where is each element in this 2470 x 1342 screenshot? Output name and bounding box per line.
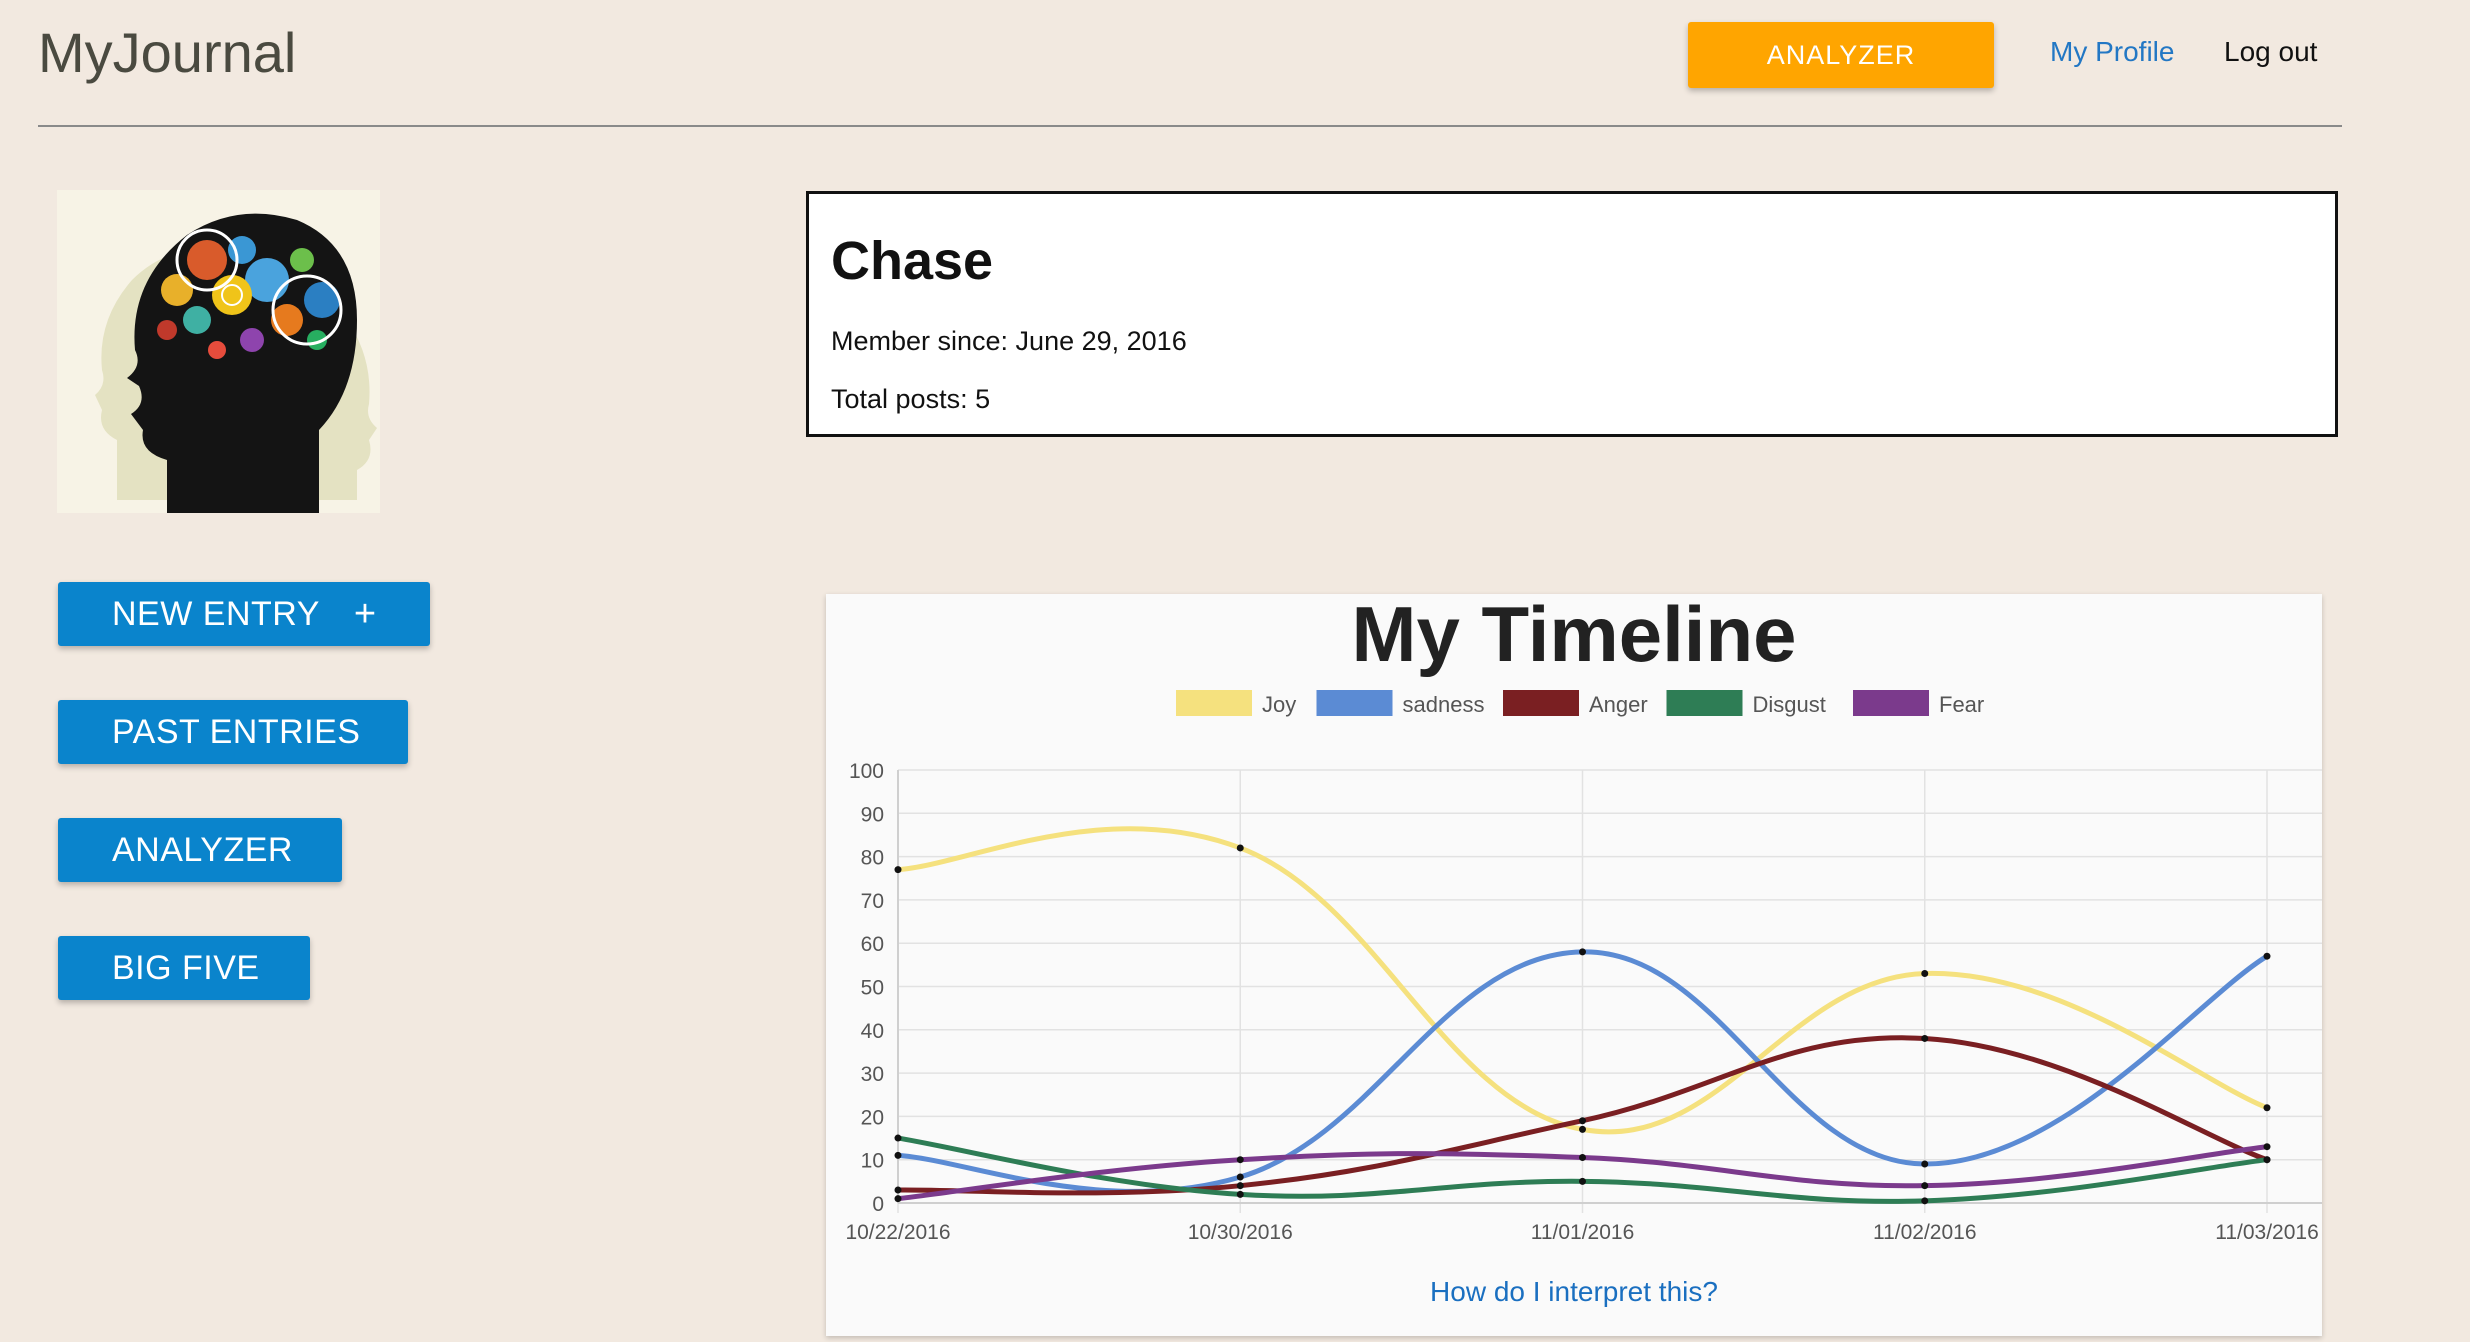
data-point-joy [1579,1125,1586,1133]
my-profile-link[interactable]: My Profile [2050,36,2174,68]
legend-label-disgust: Disgust [1753,692,1826,717]
y-tick-label: 100 [849,760,884,783]
timeline-title: My Timeline [1351,590,1797,678]
legend-label-sadness: sadness [1403,692,1485,717]
new-entry-button[interactable]: NEW ENTRY + [58,582,430,646]
data-point-anger [1921,1034,1929,1042]
data-point-disgust [1236,1190,1244,1198]
y-tick-label: 20 [861,1106,884,1129]
x-tick-label: 10/22/2016 [845,1221,950,1244]
big-five-label: BIG FIVE [112,948,260,987]
data-point-disgust [2263,1156,2271,1164]
interpret-link[interactable]: How do I interpret this? [826,1276,2322,1308]
sidebar-analyzer-button[interactable]: ANALYZER [58,818,342,882]
header-analyzer-button[interactable]: ANALYZER [1688,22,1994,88]
data-point-fear [1921,1182,1929,1190]
data-point-disgust [1579,1177,1586,1185]
x-tick-label: 10/30/2016 [1188,1221,1293,1244]
avatar [57,190,380,513]
y-tick-label: 0 [872,1193,884,1216]
legend-swatch-anger [1503,690,1579,716]
analyzer-label: ANALYZER [112,830,293,869]
legend-label-joy: Joy [1262,692,1296,717]
data-point-sadness [1236,1173,1244,1181]
plus-icon: + [353,592,377,635]
legend-label-fear: Fear [1939,692,1984,717]
data-point-sadness [894,1151,902,1159]
y-tick-label: 80 [861,847,884,870]
y-tick-label: 60 [861,933,884,956]
data-point-fear [1236,1156,1244,1164]
data-point-fear [2263,1143,2271,1151]
data-point-sadness [1921,1160,1929,1168]
data-point-disgust [1921,1197,1929,1205]
logout-link[interactable]: Log out [2224,36,2317,68]
profile-name: Chase [831,231,994,291]
y-tick-label: 40 [861,1020,884,1043]
legend-swatch-sadness [1316,690,1393,716]
new-entry-label: NEW ENTRY [112,594,320,633]
member-since: Member since: June 29, 2016 [831,326,1187,356]
x-tick-label: 11/01/2016 [1531,1221,1635,1244]
data-point-fear [894,1195,902,1203]
timeline-chart: Joy sadness Anger Disgust Fear 0 10 20 30 40 50 60 7… [845,690,2322,1244]
past-entries-button[interactable]: PAST ENTRIES [58,700,408,764]
legend-label-anger: Anger [1589,692,1648,717]
y-tick-label: 10 [861,1150,884,1173]
y-tick-label: 70 [861,890,884,913]
legend-swatch-disgust [1666,690,1743,716]
x-tick-label: 11/02/2016 [1873,1221,1977,1244]
timeline-card: My Timeline Joy sadness Anger Disgust Fear 0 1… [826,594,2322,1336]
x-tick-label: 11/03/2016 [2215,1221,2319,1244]
data-point-joy [894,866,902,874]
data-point-joy [2263,1104,2271,1112]
data-point-anger [894,1186,902,1194]
brand-title[interactable]: MyJournal [38,20,296,85]
big-five-button[interactable]: BIG FIVE [58,936,310,1000]
header-divider [38,125,2342,127]
y-tick-label: 30 [861,1063,884,1086]
data-point-fear [1579,1154,1586,1162]
brain-gears-icon [57,190,380,513]
data-point-sadness [2263,952,2271,960]
data-point-joy [1236,844,1244,852]
legend-swatch-fear [1853,690,1929,716]
profile-summary-card: Chase Member since: June 29, 2016 Total … [806,191,2338,437]
data-point-sadness [1579,948,1586,956]
y-tick-label: 90 [861,803,884,826]
past-entries-label: PAST ENTRIES [112,712,361,751]
data-point-joy [1921,970,1929,978]
y-tick-label: 50 [861,977,884,1000]
data-point-anger [1579,1117,1586,1125]
legend-swatch-joy [1176,690,1252,716]
data-point-disgust [894,1134,902,1142]
data-point-anger [1236,1182,1244,1190]
total-posts: Total posts: 5 [831,384,991,414]
